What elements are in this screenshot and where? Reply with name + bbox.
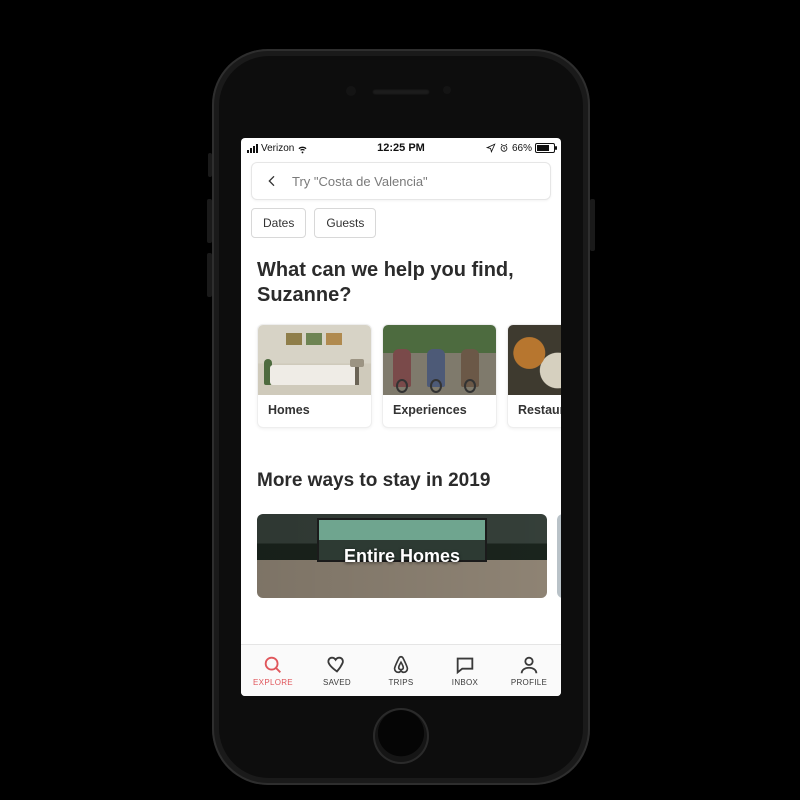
- tab-bar: EXPLORE SAVED TRIPS INBOX: [241, 644, 561, 696]
- profile-icon: [518, 654, 540, 676]
- filter-chip-row: Dates Guests: [241, 208, 561, 248]
- tab-trips[interactable]: TRIPS: [369, 645, 433, 696]
- back-icon[interactable]: [264, 173, 280, 189]
- earpiece: [372, 89, 430, 95]
- hero-card-entire-homes[interactable]: Entire Homes: [257, 514, 547, 598]
- tab-explore[interactable]: EXPLORE: [241, 645, 305, 696]
- tab-label: TRIPS: [388, 678, 413, 687]
- category-carousel[interactable]: Homes Experiences Restaurants: [241, 312, 561, 436]
- headline: What can we help you find, Suzanne?: [257, 258, 545, 308]
- power-button[interactable]: [590, 199, 595, 251]
- clock: 12:25 PM: [377, 142, 425, 154]
- phone-bezel: Verizon 12:25 PM 66%: [219, 56, 583, 778]
- airbnb-logo-icon: [390, 654, 412, 676]
- status-bar: Verizon 12:25 PM 66%: [241, 138, 561, 158]
- category-card-experiences[interactable]: Experiences: [382, 324, 497, 428]
- dates-chip[interactable]: Dates: [251, 208, 306, 238]
- category-image-restaurants: [508, 325, 561, 395]
- tab-saved[interactable]: SAVED: [305, 645, 369, 696]
- tab-label: PROFILE: [511, 678, 547, 687]
- front-camera: [443, 86, 451, 94]
- search-icon: [262, 654, 284, 676]
- status-left: Verizon: [247, 143, 377, 154]
- screen: Verizon 12:25 PM 66%: [241, 138, 561, 696]
- category-label: Restaurants: [508, 395, 561, 427]
- hero-card-next-peek[interactable]: [557, 514, 561, 598]
- category-card-homes[interactable]: Homes: [257, 324, 372, 428]
- mute-switch[interactable]: [208, 153, 212, 177]
- guests-chip[interactable]: Guests: [314, 208, 376, 238]
- tab-label: INBOX: [452, 678, 478, 687]
- category-label: Experiences: [383, 395, 496, 427]
- tab-label: EXPLORE: [253, 678, 293, 687]
- tab-profile[interactable]: PROFILE: [497, 645, 561, 696]
- hero-carousel[interactable]: Entire Homes: [241, 502, 561, 598]
- location-icon: [486, 143, 496, 153]
- phone-frame: Verizon 12:25 PM 66%: [212, 49, 590, 785]
- category-card-restaurants[interactable]: Restaurants: [507, 324, 561, 428]
- stage: Verizon 12:25 PM 66%: [0, 0, 800, 800]
- signal-strength-icon: [247, 144, 258, 153]
- category-label: Homes: [258, 395, 371, 427]
- category-image-homes: [258, 325, 371, 395]
- category-image-experiences: [383, 325, 496, 395]
- heart-icon: [326, 654, 348, 676]
- tab-inbox[interactable]: INBOX: [433, 645, 497, 696]
- search-placeholder: Try "Costa de Valencia": [292, 174, 428, 189]
- alarm-icon: [499, 143, 509, 153]
- battery-percent-label: 66%: [512, 143, 532, 154]
- home-button[interactable]: [373, 708, 429, 764]
- volume-up-button[interactable]: [207, 199, 212, 243]
- more-ways-heading: More ways to stay in 2019: [257, 470, 545, 492]
- status-right: 66%: [425, 143, 555, 154]
- tab-label: SAVED: [323, 678, 351, 687]
- proximity-sensor: [346, 86, 356, 96]
- volume-down-button[interactable]: [207, 253, 212, 297]
- carrier-label: Verizon: [261, 143, 294, 154]
- search-bar[interactable]: Try "Costa de Valencia": [251, 162, 551, 200]
- hero-title: Entire Homes: [344, 546, 460, 567]
- more-ways-section: More ways to stay in 2019: [241, 436, 561, 502]
- headline-section: What can we help you find, Suzanne?: [241, 248, 561, 312]
- battery-icon: [535, 143, 555, 153]
- wifi-icon: [297, 143, 308, 154]
- chat-icon: [454, 654, 476, 676]
